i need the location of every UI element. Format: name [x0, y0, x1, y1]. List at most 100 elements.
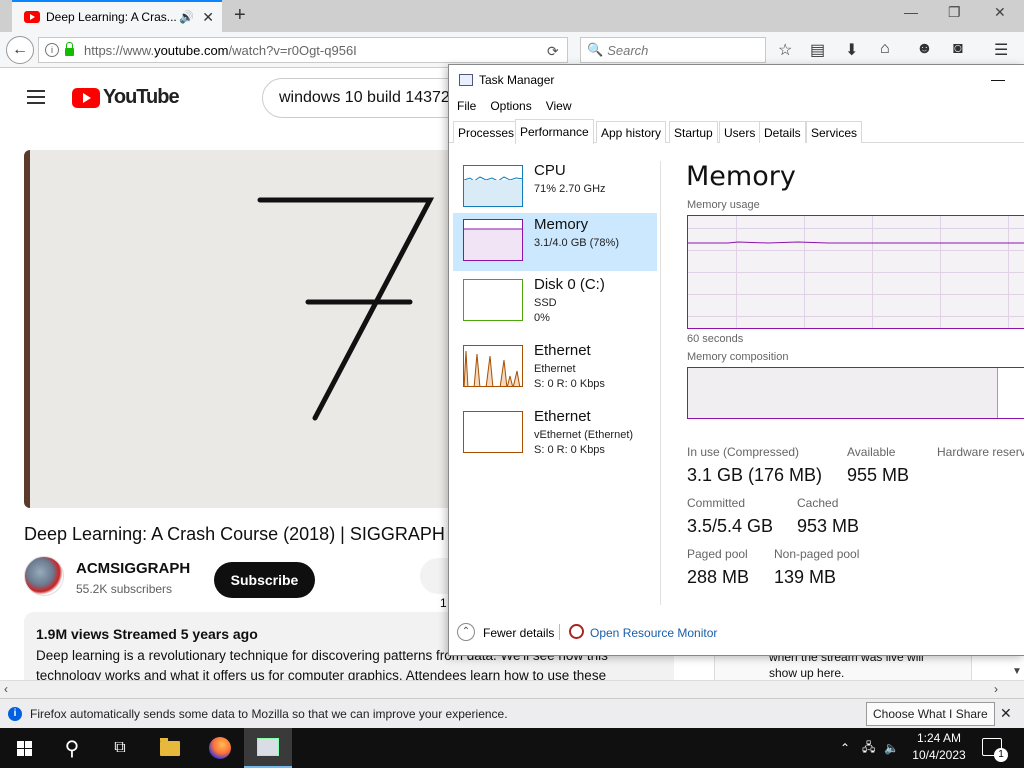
memory-composition-label: Memory composition	[687, 351, 789, 363]
minimize-icon[interactable]: —	[991, 71, 1005, 87]
resource-disk[interactable]: Disk 0 (C:) SSD 0%	[453, 273, 657, 331]
tab-startup[interactable]: Startup	[669, 121, 718, 143]
resource-monitor-icon[interactable]	[569, 624, 584, 639]
subscriber-count: 55.2K subscribers	[76, 582, 173, 596]
in-use-label: In use (Compressed)	[687, 445, 800, 459]
hardware-reserved-label: Hardware reserved	[937, 445, 1024, 459]
cpu-name: CPU	[534, 162, 566, 179]
browser-tab-active[interactable]: Deep Learning: A Cras... 🔊 ✕	[12, 0, 222, 32]
browser-tab-bar: Deep Learning: A Cras... 🔊 ✕ + — ❐ ✕	[0, 0, 1024, 32]
in-use-value: 3.1 GB (176 MB)	[687, 465, 823, 485]
ethernet-2-adapter: vEthernet (Ethernet)	[534, 429, 634, 441]
url-bar[interactable]: i https://www.youtube.com/watch?v=r0Ogt-…	[38, 37, 568, 63]
secure-lock-icon	[65, 42, 74, 56]
url-text: https://www.youtube.com/watch?v=r0Ogt-q9…	[84, 42, 357, 58]
disk-name: Disk 0 (C:)	[534, 276, 605, 293]
volume-icon[interactable]: 🔈	[884, 728, 899, 768]
home-icon[interactable]: ⌂	[880, 40, 890, 58]
windows-logo-icon	[16, 740, 32, 756]
choose-what-i-share-button[interactable]: Choose What I Share	[866, 702, 995, 726]
cpu-usage: 71% 2.70 GHz	[534, 183, 606, 195]
show-hidden-icons-icon[interactable]: ⌃	[840, 728, 850, 768]
tab-performance[interactable]: Performance	[515, 119, 594, 144]
site-info-icon[interactable]: i	[45, 43, 59, 57]
new-tab-button[interactable]: +	[234, 4, 246, 27]
subscribe-button[interactable]: Subscribe	[214, 562, 315, 598]
like-button[interactable]	[420, 558, 450, 594]
close-window-button[interactable]: ✕	[994, 4, 1006, 21]
notification-text: Firefox automatically sends some data to…	[30, 706, 508, 721]
resource-ethernet-1[interactable]: Ethernet Ethernet S: 0 R: 0 Kbps	[453, 339, 657, 397]
menu-icon[interactable]: ☰	[994, 40, 1008, 60]
tab-processes[interactable]: Processes	[453, 121, 520, 143]
youtube-logo[interactable]: YouTube	[72, 86, 180, 109]
pane-divider[interactable]	[660, 161, 661, 605]
bookmark-star-icon[interactable]: ☆	[778, 40, 792, 60]
network-icon[interactable]: 🖧	[862, 728, 875, 768]
action-center-icon[interactable]: 1	[982, 738, 1008, 762]
system-clock[interactable]: 1:24 AM 10/4/2023	[900, 730, 978, 764]
ethernet-1-name: Ethernet	[534, 342, 591, 359]
menu-options[interactable]: Options	[490, 99, 531, 113]
close-notification-icon[interactable]: ✕	[1000, 705, 1012, 722]
reading-list-icon[interactable]: ▤	[810, 40, 825, 60]
task-manager-title: Task Manager	[479, 73, 555, 87]
task-manager-title-bar[interactable]: Task Manager —	[449, 65, 1024, 95]
scroll-left-icon[interactable]: ‹	[4, 682, 8, 696]
horizontal-scrollbar[interactable]: ‹ ›	[0, 680, 1024, 698]
file-explorer-icon[interactable]	[146, 728, 194, 768]
youtube-wordmark: YouTube	[103, 86, 180, 108]
downloads-icon[interactable]: ⬇	[845, 40, 858, 60]
browser-search-bar[interactable]: 🔍 Search	[580, 37, 766, 63]
windows-taskbar: ⚲ ⧉ ⌃ 🖧 🔈 1:24 AM 10/4/2023 1	[0, 728, 1024, 768]
channel-avatar[interactable]	[24, 556, 64, 596]
task-manager-window: Task Manager — File Options View Process…	[448, 64, 1024, 656]
ethernet-1-throughput: S: 0 R: 0 Kbps	[534, 378, 605, 390]
chevron-up-icon[interactable]: ⌃	[457, 623, 475, 641]
pocket-icon[interactable]: ◙	[953, 40, 963, 58]
task-manager-tabs: Processes Performance App history Startu…	[449, 119, 1024, 144]
reload-icon[interactable]: ⟳	[547, 43, 559, 60]
minimize-window-button[interactable]: —	[904, 4, 918, 20]
tab-services[interactable]: Services	[806, 121, 863, 143]
scroll-down-icon[interactable]: ▼	[1012, 666, 1022, 677]
scroll-right-icon[interactable]: ›	[994, 682, 998, 696]
memory-usage: 3.1/4.0 GB (78%)	[534, 237, 619, 249]
restore-window-button[interactable]: ❐	[948, 4, 961, 21]
memory-usage-graph	[687, 215, 1024, 329]
browser-navigation-bar: ← i https://www.youtube.com/watch?v=r0Og…	[0, 32, 1024, 68]
menu-file[interactable]: File	[457, 99, 476, 113]
cpu-thumbnail-graph	[463, 165, 523, 207]
search-taskbar-icon[interactable]: ⚲	[48, 728, 96, 768]
task-manager-menu-bar: File Options View	[449, 95, 1024, 117]
composition-free-segment	[997, 368, 1024, 418]
vethernet-thumbnail-graph	[463, 411, 523, 453]
committed-value: 3.5/5.4 GB	[687, 516, 774, 536]
clock-date: 10/4/2023	[912, 748, 966, 762]
fewer-details-link[interactable]: Fewer details	[483, 626, 554, 640]
available-label: Available	[847, 445, 896, 459]
cached-label: Cached	[797, 496, 839, 510]
available-value: 955 MB	[847, 465, 910, 485]
paged-pool-value: 288 MB	[687, 567, 750, 587]
video-title: Deep Learning: A Crash Course (2018) | S…	[24, 524, 445, 544]
tab-app-history[interactable]: App history	[596, 121, 667, 143]
channel-name[interactable]: ACMSIGGRAPH	[76, 560, 190, 577]
firefox-taskbar-icon[interactable]	[196, 728, 244, 768]
open-resource-monitor-link[interactable]: Open Resource Monitor	[590, 626, 717, 640]
ethernet-1-adapter: Ethernet	[534, 363, 576, 375]
resource-cpu[interactable]: CPU 71% 2.70 GHz	[453, 159, 657, 217]
start-button[interactable]	[0, 728, 48, 768]
task-manager-taskbar-icon[interactable]	[244, 728, 292, 768]
tab-close-icon[interactable]: ✕	[202, 9, 214, 26]
tab-details[interactable]: Details	[759, 121, 806, 143]
feedback-icon[interactable]: ☻	[916, 40, 933, 58]
resource-ethernet-2[interactable]: Ethernet vEthernet (Ethernet) S: 0 R: 0 …	[453, 405, 657, 463]
task-view-icon[interactable]: ⧉	[96, 728, 144, 768]
menu-view[interactable]: View	[546, 99, 572, 113]
hamburger-menu-icon[interactable]	[27, 90, 45, 108]
tab-users[interactable]: Users	[719, 121, 761, 143]
speaker-icon[interactable]: 🔊	[179, 10, 194, 24]
back-button[interactable]: ←	[6, 36, 34, 64]
resource-memory[interactable]: Memory 3.1/4.0 GB (78%)	[453, 213, 657, 271]
